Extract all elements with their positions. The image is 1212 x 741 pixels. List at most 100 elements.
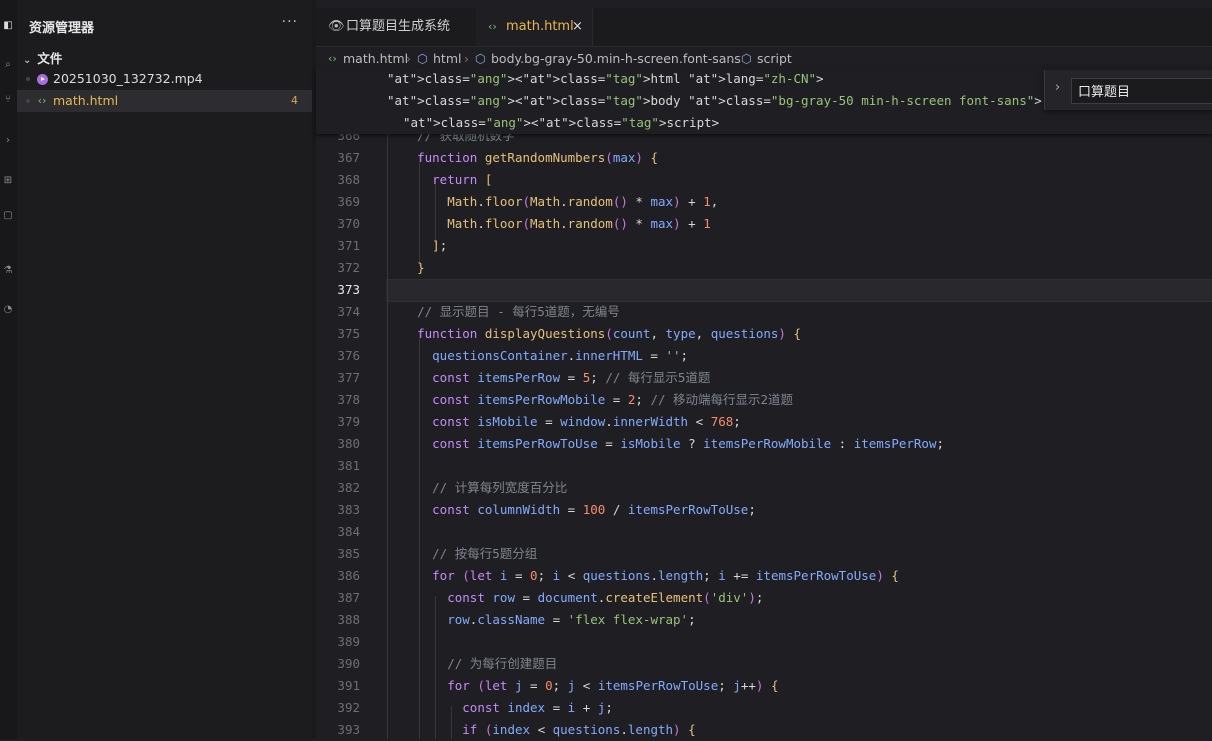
- code-line[interactable]: 372 }: [316, 257, 1212, 279]
- more-actions-icon[interactable]: ···: [282, 14, 298, 30]
- breadcrumb-item-body[interactable]: body.bg-gray-50.min-h-screen.font-sans: [491, 48, 741, 70]
- line-number: 383: [337, 502, 360, 517]
- line-number: 393: [337, 722, 360, 737]
- line-content: Math.floor(Math.random() * max) + 1: [447, 216, 711, 231]
- code-editor[interactable]: "at">class="ang"><"at">class="tag">html …: [316, 68, 1212, 739]
- run-debug-icon[interactable]: ›: [0, 133, 16, 149]
- line-number: 386: [337, 568, 360, 583]
- folder-header[interactable]: ⌄ 文件: [23, 48, 62, 67]
- code-line[interactable]: 392 const index = i + j;: [316, 697, 1212, 719]
- close-icon[interactable]: ×: [572, 8, 583, 46]
- line-number: 369: [337, 194, 360, 209]
- code-line[interactable]: 389: [316, 631, 1212, 653]
- line-number: 392: [337, 700, 360, 715]
- line-content: // 显示题目 - 每行5道题，无编号: [417, 304, 620, 319]
- line-content: if (index < questions.length) {: [462, 722, 696, 737]
- line-number: 379: [337, 414, 360, 429]
- code-line[interactable]: 382 // 计算每列宽度百分比: [316, 477, 1212, 499]
- line-content: // 计算每列宽度百分比: [432, 480, 568, 495]
- find-input-box: [1071, 78, 1212, 104]
- code-line[interactable]: 370 Math.floor(Math.random() * max) + 1: [316, 213, 1212, 235]
- code-line[interactable]: 388 row.className = 'flex flex-wrap';: [316, 609, 1212, 631]
- line-content: const itemsPerRow = 5; // 每行显示5道题: [432, 370, 711, 385]
- line-content: // 按每行5题分组: [432, 546, 538, 561]
- element-icon: ⬡: [417, 51, 428, 66]
- code-line[interactable]: 374 // 显示题目 - 每行5道题，无编号: [316, 301, 1212, 323]
- line-content: function displayQuestions(count, type, q…: [417, 326, 802, 341]
- line-content: Math.floor(Math.random() * max) + 1,: [447, 194, 719, 209]
- code-line[interactable]: 378 const itemsPerRowMobile = 2; // 移动端每…: [316, 389, 1212, 411]
- code-line[interactable]: 371 ];: [316, 235, 1212, 257]
- line-number: 380: [337, 436, 360, 451]
- remote-icon[interactable]: ▢: [0, 208, 16, 224]
- code-line[interactable]: 381: [316, 455, 1212, 477]
- line-number: 382: [337, 480, 360, 495]
- element-icon: ⬡: [475, 51, 486, 66]
- source-control-icon[interactable]: ⑂: [0, 92, 16, 108]
- code-line[interactable]: 393 if (index < questions.length) {: [316, 719, 1212, 741]
- file-name: math.html: [53, 93, 119, 108]
- code-line[interactable]: 368 return [: [316, 169, 1212, 191]
- line-number: 370: [337, 216, 360, 231]
- code-line[interactable]: 377 const itemsPerRow = 5; // 每行显示5道题: [316, 367, 1212, 389]
- line-content: return [: [432, 172, 493, 187]
- file-item-math-html[interactable]: ‹› math.html 4: [17, 90, 312, 112]
- sticky-line[interactable]: "at">class="ang"><"at">class="tag">scrip…: [316, 112, 1212, 134]
- explorer-icon[interactable]: ◧: [0, 18, 16, 34]
- chevron-right-icon: ›: [730, 51, 735, 66]
- line-content: }: [417, 260, 425, 275]
- line-content: row.className = 'flex flex-wrap';: [447, 612, 696, 627]
- line-number: 385: [337, 546, 360, 561]
- line-content: const itemsPerRowToUse = isMobile ? item…: [432, 436, 945, 451]
- element-icon: ⬡: [741, 51, 752, 66]
- code-line[interactable]: 375 function displayQuestions(count, typ…: [316, 323, 1212, 345]
- editor-tabs: 👁 口算题目生成系统 ‹› math.html ×: [316, 8, 1212, 47]
- breadcrumb-item-script[interactable]: script: [757, 48, 792, 70]
- file-item-video[interactable]: 20251030_132732.mp4: [17, 68, 312, 90]
- breadcrumb: ‹› math.html › ⬡ html › ⬡ body.bg-gray-5…: [316, 48, 1212, 70]
- line-content: for (let i = 0; i < questions.length; i …: [432, 568, 899, 583]
- code-line[interactable]: 390 // 为每行创建题目: [316, 653, 1212, 675]
- line-number: 388: [337, 612, 360, 627]
- code-line[interactable]: 380 const itemsPerRowToUse = isMobile ? …: [316, 433, 1212, 455]
- search-icon[interactable]: ⌕: [0, 57, 16, 73]
- file-name: 20251030_132732.mp4: [53, 71, 203, 86]
- tab-label: 口算题目生成系统: [346, 19, 451, 34]
- code-line[interactable]: 391 for (let j = 0; j < itemsPerRowToUse…: [316, 675, 1212, 697]
- code-line[interactable]: 369 Math.floor(Math.random() * max) + 1,: [316, 191, 1212, 213]
- chevron-right-icon: ›: [464, 51, 469, 66]
- find-input[interactable]: [1078, 81, 1208, 99]
- code-line[interactable]: 373: [316, 279, 1212, 301]
- code-line[interactable]: 367 function getRandomNumbers(max) {: [316, 147, 1212, 169]
- code-line[interactable]: 376 questionsContainer.innerHTML = '';: [316, 345, 1212, 367]
- line-number: 374: [337, 304, 360, 319]
- html-file-icon: ‹›: [37, 94, 47, 107]
- code-line[interactable]: 386 for (let i = 0; i < questions.length…: [316, 565, 1212, 587]
- line-content: // 为每行创建题目: [447, 656, 558, 671]
- extensions-icon[interactable]: ⊞: [0, 173, 16, 189]
- eye-icon: 👁: [328, 19, 345, 34]
- line-number: 390: [337, 656, 360, 671]
- activity-bar: ◧ ⌕ ⑂ › ⊞ ▢ ⚗ ◔: [0, 0, 18, 739]
- account-icon[interactable]: ◔: [0, 302, 16, 318]
- tab-preview[interactable]: 👁 口算题目生成系统: [316, 8, 477, 46]
- line-number: 373: [337, 282, 360, 297]
- code-line[interactable]: 379 const isMobile = window.innerWidth <…: [316, 411, 1212, 433]
- breadcrumb-item-file[interactable]: math.html: [343, 48, 408, 70]
- indent-dot: [26, 77, 30, 81]
- line-number: 368: [337, 172, 360, 187]
- code-line[interactable]: 385 // 按每行5题分组: [316, 543, 1212, 565]
- code-line[interactable]: 387 const row = document.createElement('…: [316, 587, 1212, 609]
- code-line[interactable]: 384: [316, 521, 1212, 543]
- line-number: 372: [337, 260, 360, 275]
- code-line[interactable]: 383 const columnWidth = 100 / itemsPerRo…: [316, 499, 1212, 521]
- breadcrumb-item-html[interactable]: html: [433, 48, 461, 70]
- line-content: function getRandomNumbers(max) {: [417, 150, 658, 165]
- folder-name: 文件: [37, 51, 63, 66]
- line-content: questionsContainer.innerHTML = '';: [432, 348, 689, 363]
- line-content: const row = document.createElement('div'…: [447, 590, 764, 605]
- tab-math-html[interactable]: ‹› math.html ×: [476, 8, 593, 46]
- chevron-right-icon[interactable]: ›: [1055, 80, 1060, 95]
- testing-icon[interactable]: ⚗: [0, 263, 16, 279]
- explorer-sidebar: 资源管理器 ··· ⌄ 文件 20251030_132732.mp4 ‹› mat…: [17, 0, 312, 739]
